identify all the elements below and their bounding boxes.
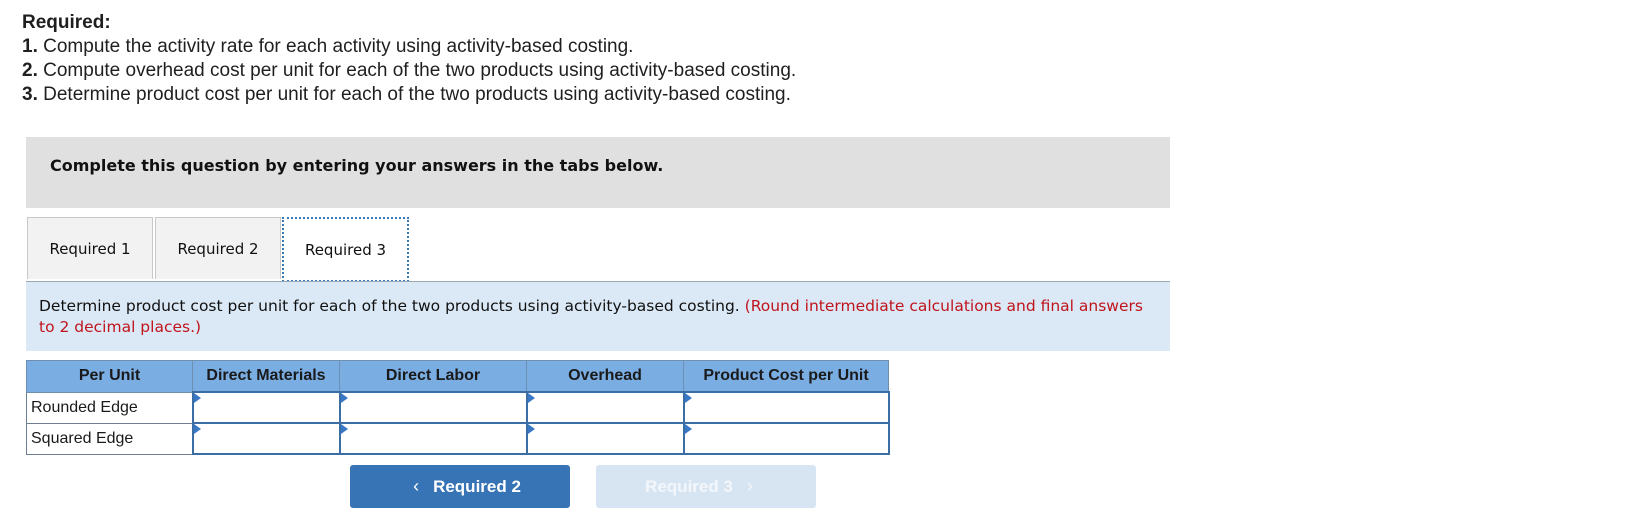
item-number: 3. [22,84,38,105]
item-text: Compute overhead cost per unit for each … [37,60,797,81]
squared-edge-direct-labor-input[interactable] [340,424,526,453]
input-cell[interactable] [682,391,890,424]
next-button-label: Required 3 [645,476,733,496]
input-cell[interactable] [338,422,528,455]
col-header-product-cost: Product Cost per Unit [683,360,889,393]
table-row: Squared Edge [26,422,890,455]
input-cell[interactable] [191,391,341,424]
chevron-left-icon: ‹ [413,476,420,496]
squared-edge-direct-materials-input[interactable] [193,424,339,453]
item-text: Compute the activity rate for each activ… [37,36,634,57]
instruction-text: Complete this question by entering your … [50,156,664,175]
tab-label: Required 3 [304,240,387,259]
tab-label: Required 2 [177,239,259,258]
item-number: 2. [22,60,38,81]
required-section: Required: 1. Compute the activity rate f… [22,11,796,107]
rounded-edge-product-cost-input[interactable] [684,393,888,422]
tab-required-3[interactable]: Required 3 [282,217,409,282]
row-label-rounded-edge: Rounded Edge [26,391,193,424]
prev-button-label: Required 2 [433,476,521,496]
item-text: Determine product cost per unit for each… [37,84,791,105]
col-header-overhead: Overhead [526,360,684,393]
col-header-direct-materials: Direct Materials [192,360,340,393]
prompt-text: Determine product cost per unit for each… [39,297,745,315]
rounded-edge-direct-materials-input[interactable] [193,393,339,422]
tab-required-1[interactable]: Required 1 [27,217,153,279]
item-number: 1. [22,36,38,57]
instruction-banner: Complete this question by entering your … [26,137,1170,208]
rounded-edge-direct-labor-input[interactable] [340,393,526,422]
prev-required-2-button[interactable]: ‹ Required 2 [350,465,570,508]
required-item-3: 3. Determine product cost per unit for e… [22,83,796,107]
prompt-paragraph: Determine product cost per unit for each… [39,296,1149,338]
input-cell[interactable] [682,422,890,455]
row-label-squared-edge: Squared Edge [26,422,193,455]
col-header-per-unit: Per Unit [26,360,193,393]
required-item-2: 2. Compute overhead cost per unit for ea… [22,59,796,83]
input-cell[interactable] [525,422,685,455]
header-row: Per Unit Direct Materials Direct Labor O… [26,360,889,393]
input-cell[interactable] [525,391,685,424]
input-cell[interactable] [338,391,528,424]
squared-edge-product-cost-input[interactable] [684,424,888,453]
tab-required-2[interactable]: Required 2 [155,217,281,279]
table-row: Rounded Edge [26,391,890,424]
col-header-direct-labor: Direct Labor [339,360,527,393]
chevron-right-icon: › [746,476,753,496]
tab-label: Required 1 [49,239,131,258]
question-prompt: Determine product cost per unit for each… [26,282,1170,351]
squared-edge-overhead-input[interactable] [527,424,683,453]
input-cell[interactable] [191,422,341,455]
next-required-3-button[interactable]: Required 3 › [596,465,816,508]
rounded-edge-overhead-input[interactable] [527,393,683,422]
answer-table: Per Unit Direct Materials Direct Labor O… [26,360,890,455]
required-title: Required: [22,12,111,33]
required-item-1: 1. Compute the activity rate for each ac… [22,35,796,59]
